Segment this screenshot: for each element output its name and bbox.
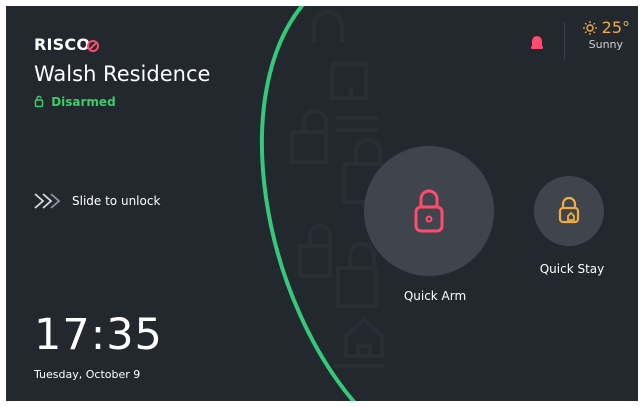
quick-stay-label: Quick Stay [539, 262, 605, 276]
quick-arm-button[interactable] [364, 146, 494, 276]
double-chevron-icon [34, 193, 61, 209]
slide-to-unlock-label: Slide to unlock [72, 194, 161, 208]
brand-logo: RISCO [34, 35, 91, 54]
stay-lock-icon [558, 196, 580, 224]
weather-widget: 25° Sunny [582, 18, 630, 51]
brand-mark-icon [87, 40, 99, 52]
siren-icon[interactable] [528, 34, 546, 52]
slide-to-unlock[interactable]: Slide to unlock [34, 192, 160, 210]
clock-date: Tuesday, October 9 [34, 368, 141, 381]
unlock-icon [34, 95, 44, 108]
system-status-text: Disarmed [51, 95, 116, 109]
left-info-panel: RISCO Walsh Residence Disarmed Slide to … [6, 6, 326, 401]
weather-condition: Sunny [588, 38, 624, 51]
quick-stay-button[interactable] [534, 176, 604, 246]
weather-temperature: 25° [601, 18, 630, 37]
clock-time: 17:35 [34, 310, 163, 360]
security-panel-screen: RISCO Walsh Residence Disarmed Slide to … [6, 6, 638, 401]
residence-title: Walsh Residence [34, 62, 211, 86]
system-status: Disarmed [34, 95, 116, 109]
sun-icon [582, 20, 597, 35]
quick-arm-label: Quick Arm [403, 289, 467, 303]
lock-icon [414, 189, 444, 233]
header-divider [564, 22, 565, 60]
weather-top: 25° [582, 18, 630, 37]
